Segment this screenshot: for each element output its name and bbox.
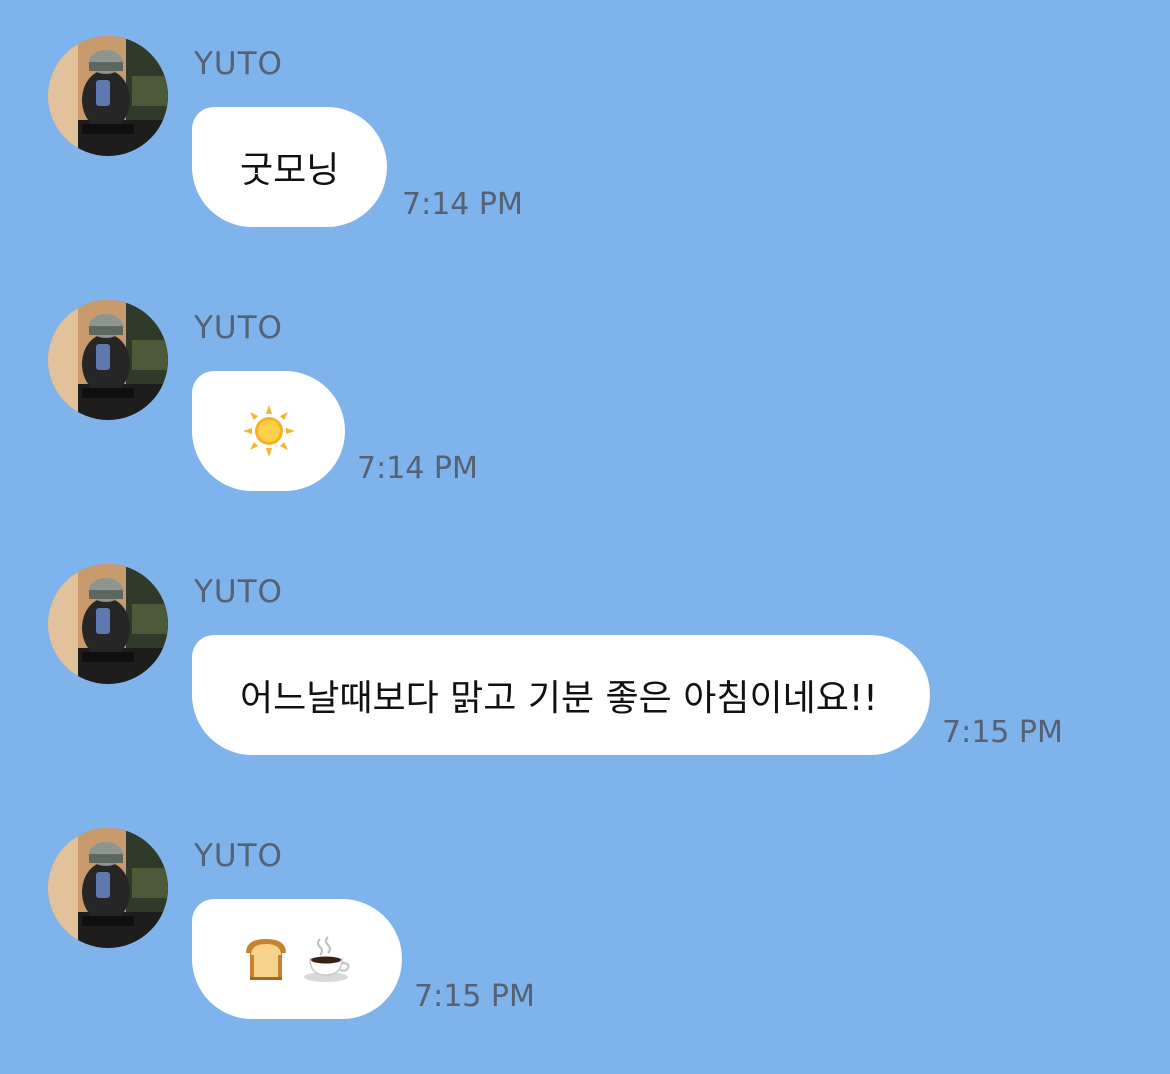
message-text: 어느날때보다 맑고 기분 좋은 아침이네요!! (240, 678, 878, 719)
message-row: YUTO 어느날때보다 맑고 기분 좋은 아침이네요!! 7:15 PM (0, 528, 1170, 755)
sender-name: YUTO (194, 310, 283, 346)
avatar-image (48, 36, 168, 156)
message-row: YUTO 굿모닝 7:14 PM (0, 0, 1170, 227)
message-bubble[interactable]: 어느날때보다 맑고 기분 좋은 아침이네요!! (192, 635, 930, 755)
coffee-emoji (304, 936, 350, 982)
avatar[interactable] (48, 300, 168, 420)
avatar[interactable] (48, 36, 168, 156)
sender-name: YUTO (194, 838, 283, 874)
message-time: 7:15 PM (942, 715, 1063, 750)
chat-thread: YUTO 굿모닝 7:14 PM YUTO 7:14 PM YUTO 어느날때보… (0, 0, 1170, 1074)
message-row: YUTO 7:15 PM (0, 792, 1170, 1019)
avatar[interactable] (48, 564, 168, 684)
message-row: YUTO 7:14 PM (0, 264, 1170, 491)
message-time: 7:15 PM (414, 979, 535, 1014)
message-text: 굿모닝 (240, 150, 340, 191)
message-bubble[interactable] (192, 899, 402, 1019)
avatar-image (48, 828, 168, 948)
sender-name: YUTO (194, 574, 283, 610)
message-bubble[interactable] (192, 371, 345, 491)
avatar[interactable] (48, 828, 168, 948)
bread-emoji (246, 939, 286, 980)
message-bubble[interactable]: 굿모닝 (192, 107, 388, 227)
sender-name: YUTO (194, 46, 283, 82)
message-time: 7:14 PM (402, 187, 523, 222)
emoji-row (242, 935, 352, 983)
avatar-image (48, 564, 168, 684)
message-time: 7:14 PM (357, 451, 478, 486)
avatar-image (48, 300, 168, 420)
sun-emoji (242, 405, 295, 457)
